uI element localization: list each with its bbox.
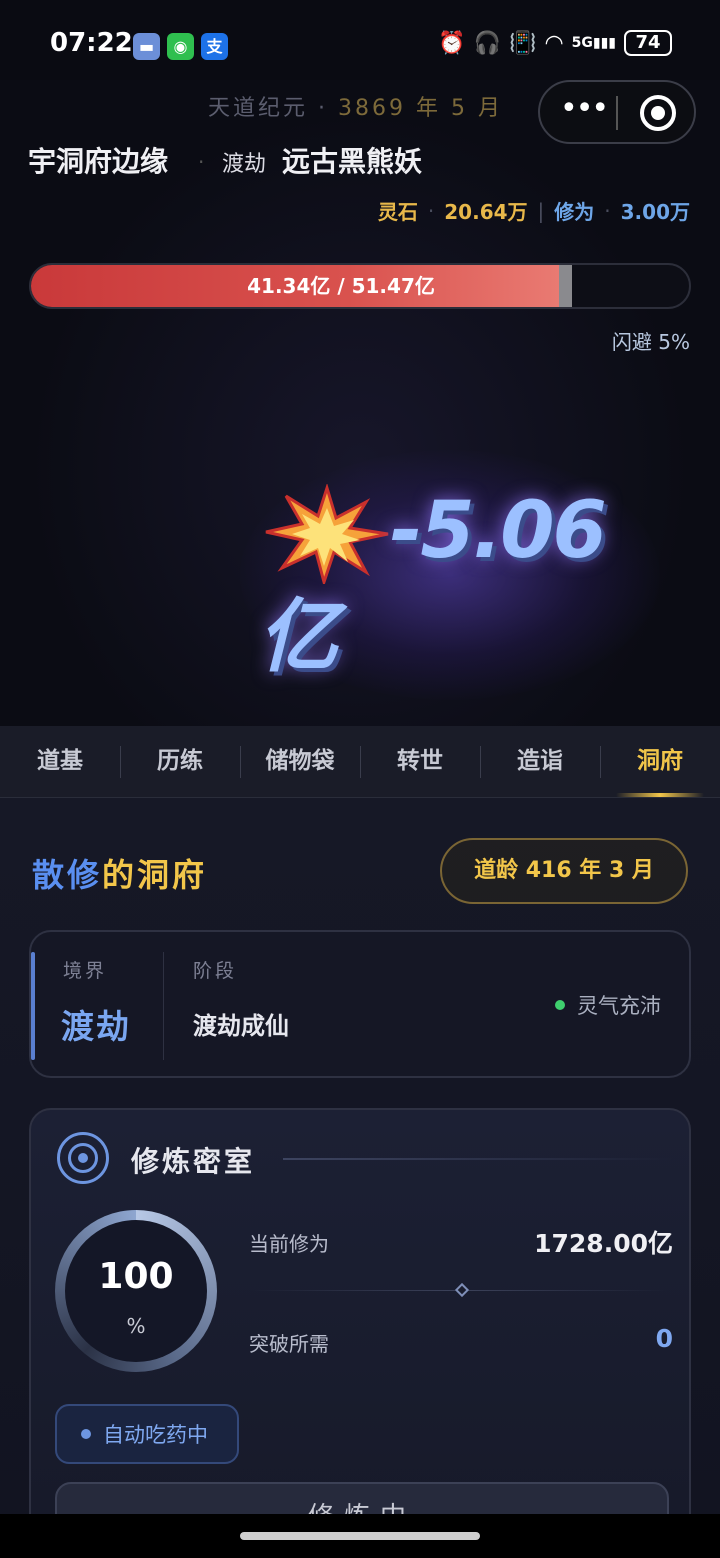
realm-value: 渡劫 [61, 1007, 131, 1046]
headphones-icon: 🎧 [473, 30, 502, 56]
target-icon [57, 1132, 109, 1184]
stage-value: 渡劫成仙 [193, 1012, 289, 1040]
main-tabs: 道基 历练 储物袋 转世 造诣 洞府 [0, 726, 720, 798]
vibrate-icon: 📳 [509, 30, 537, 56]
breakthrough-value: 0 [655, 1324, 673, 1353]
cave-content: 散修的洞府 道龄 416 年 3 月 境界 渡劫 阶段 渡劫成仙 灵气充沛 修炼… [0, 798, 720, 1514]
status-icons: ⏰ 🎧 📳 ◠ 5G▮▮▮ 74 [438, 30, 672, 56]
tab-storage-bag[interactable]: 储物袋 [240, 726, 360, 797]
realm-label: 境界 [63, 960, 108, 982]
tab-reincarnation[interactable]: 转世 [360, 726, 480, 797]
resource-dot: · [604, 198, 611, 223]
tab-attainment[interactable]: 造诣 [480, 726, 600, 797]
enemy-name: 远古黑熊妖 [282, 145, 423, 178]
battery-icon: 74 [624, 30, 672, 56]
realm-accent-bar [31, 952, 35, 1060]
dao-age-badge: 道龄 416 年 3 月 [440, 838, 688, 904]
enemy-hp-bar: 41.34亿 / 51.47亿 [29, 263, 691, 309]
resource-dot: · [427, 198, 435, 223]
alipay-icon: 支 [201, 33, 228, 60]
alarm-icon: ⏰ [438, 30, 466, 56]
cave-title-suffix: 的洞府 [102, 856, 208, 894]
progress-unit: % [126, 1314, 146, 1338]
home-indicator[interactable] [240, 1532, 480, 1540]
signal-icon: 5G▮▮▮ [571, 35, 616, 51]
realm-divider [163, 952, 164, 1060]
cave-title: 散修的洞府 [32, 850, 207, 896]
damage-value: -5.06 [390, 486, 607, 576]
current-cultivation-value: 1728.00亿 [534, 1229, 673, 1258]
status-bar: 07:22 ▬ ◉ 支 ⏰ 🎧 📳 ◠ 5G▮▮▮ 74 [0, 0, 720, 80]
era-prefix: 天道纪元 · [208, 96, 338, 121]
cultivation-room-title: 修炼密室 [131, 1145, 256, 1178]
auto-pill-toggle[interactable]: 自动吃药中 [55, 1404, 239, 1464]
explosion-icon [265, 484, 389, 584]
era-year: 3869 年 5 月 [337, 96, 503, 121]
miniprogram-capsule: ••• [538, 80, 696, 144]
wifi-icon: ◠ [544, 30, 564, 56]
more-icon[interactable]: ••• [560, 94, 609, 130]
capsule-divider [616, 96, 618, 130]
qi-status-dot [555, 1000, 565, 1010]
qi-status: 灵气充沛 [555, 990, 661, 1020]
realm-card: 境界 渡劫 阶段 渡劫成仙 灵气充沛 [29, 930, 691, 1078]
damage-unit: 亿 [258, 590, 338, 683]
cultivation-value: 3.00万 [620, 200, 690, 224]
tab-cave[interactable]: 洞府 [600, 726, 720, 797]
location-separator: · [198, 150, 205, 174]
diamond-icon [454, 1282, 470, 1298]
current-cultivation-label: 当前修为 [249, 1232, 329, 1256]
close-miniprogram-icon[interactable] [640, 95, 676, 131]
progress-value: 100 [98, 1256, 174, 1297]
status-time: 07:22 [50, 28, 133, 58]
cultivation-label: 修为 [554, 200, 595, 224]
system-nav-bar [0, 1514, 720, 1558]
location-name: 宇洞府边缘 [28, 145, 169, 178]
message-app-icon: ▬ [133, 33, 160, 60]
era-date: 天道纪元 · 3869 年 5 月 [208, 90, 503, 122]
enemy-realm: 渡劫 [222, 152, 267, 177]
cave-owner: 散修 [32, 856, 103, 894]
tab-daoji[interactable]: 道基 [0, 726, 120, 797]
spirit-stone-label: 灵石 [377, 200, 418, 224]
resource-bar: 灵石 · 20.64万 | 修为 · 3.00万 [378, 196, 690, 225]
qi-status-text: 灵气充沛 [577, 994, 661, 1018]
auto-pill-text: 自动吃药中 [103, 1423, 208, 1447]
hp-text: 41.34亿 / 51.47亿 [247, 274, 435, 298]
signal-label: 5G [571, 35, 593, 51]
resource-divider: | [537, 198, 545, 223]
cultivation-room-card: 修炼密室 100 % 当前修为 1728.00亿 突破所需 0 自动吃药中 修炼… [29, 1108, 691, 1514]
spirit-stone-value: 20.64万 [444, 200, 528, 224]
stage-label: 阶段 [193, 960, 238, 982]
title-divider [283, 1158, 673, 1160]
cultivation-progress-ring: 100 % [55, 1210, 217, 1372]
dodge-rate: 闪避 5% [611, 330, 690, 354]
breakthrough-label: 突破所需 [249, 1332, 329, 1356]
tab-lilian[interactable]: 历练 [120, 726, 240, 797]
auto-pill-dot [81, 1429, 91, 1439]
cultivate-button[interactable]: 修炼中 [55, 1482, 669, 1514]
ring-inner: 100 % [65, 1220, 207, 1362]
wechat-icon: ◉ [167, 33, 194, 60]
